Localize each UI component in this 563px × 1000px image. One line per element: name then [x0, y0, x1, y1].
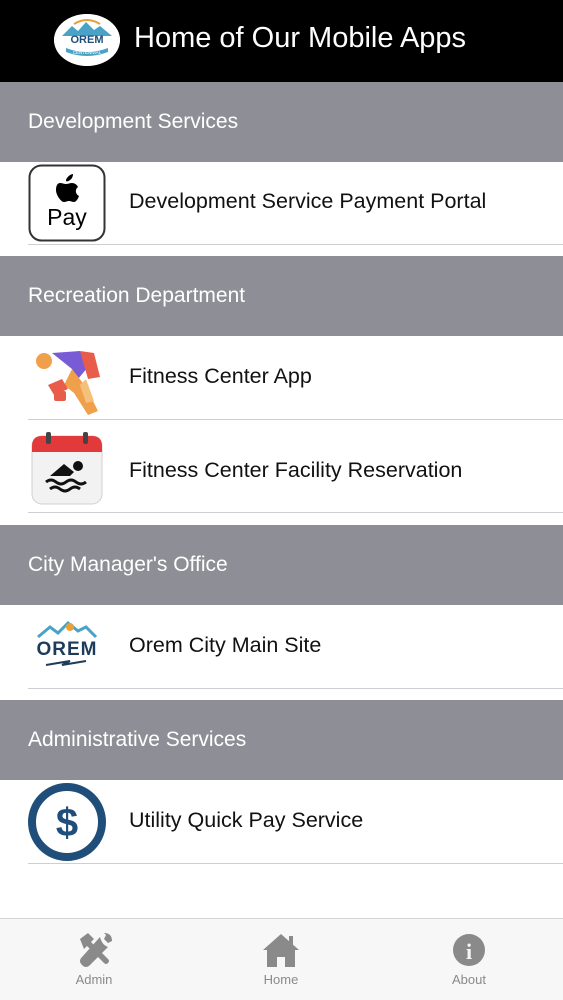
info-icon: i — [453, 934, 485, 966]
tab-home[interactable]: Home — [221, 919, 341, 1000]
swim-calendar-icon — [28, 432, 106, 508]
list-item-fitness-center-app[interactable]: Fitness Center App — [0, 337, 563, 420]
logo-text: OREM — [71, 34, 104, 46]
dollar-icon: $ — [28, 783, 106, 861]
fitness-icon — [28, 339, 106, 417]
section-header-development-services: Development Services — [0, 82, 563, 162]
list-item-label: Utility Quick Pay Service — [129, 808, 364, 832]
bottom-tab-bar: Admin Home i About — [0, 918, 563, 1000]
tab-label: Home — [263, 972, 299, 987]
tab-about[interactable]: i About — [409, 919, 529, 1000]
row-divider — [28, 512, 563, 513]
orem-logo-icon: OREM — [28, 607, 106, 685]
row-divider — [28, 863, 563, 864]
apple-pay-text: Pay — [47, 204, 87, 230]
logo-subtext: CENTENNIAL — [73, 50, 102, 55]
app-header: OREM CENTENNIAL Home of Our Mobile Apps — [0, 0, 563, 82]
tab-admin[interactable]: Admin — [34, 919, 154, 1000]
section-header-city-managers-office: City Manager's Office — [0, 525, 563, 605]
apple-pay-icon: Pay — [28, 164, 106, 242]
info-glyph: i — [466, 939, 472, 964]
tab-label: About — [452, 972, 486, 987]
list-item-label: Development Service Payment Portal — [129, 189, 487, 213]
tools-icon — [80, 933, 112, 967]
dollar-sign-text: $ — [56, 801, 78, 845]
list-item-label: Fitness Center Facility Reservation — [129, 458, 463, 482]
section-header-administrative-services: Administrative Services — [0, 700, 563, 780]
home-icon — [263, 934, 299, 967]
list-item-utility-quick-pay[interactable]: $ Utility Quick Pay Service — [0, 780, 563, 864]
section-header-recreation-department: Recreation Department — [0, 256, 563, 336]
orem-centennial-logo: OREM CENTENNIAL — [54, 14, 120, 66]
row-divider — [28, 244, 563, 245]
list-item-development-payment-portal[interactable]: Pay Development Service Payment Portal — [0, 162, 563, 245]
page-title: Home of Our Mobile Apps — [134, 22, 467, 54]
tab-label: Admin — [75, 972, 113, 987]
list-item-label: Fitness Center App — [129, 364, 312, 388]
list-item-orem-city-main-site[interactable]: OREM Orem City Main Site — [0, 605, 563, 689]
list-item-fitness-facility-reservation[interactable]: Fitness Center Facility Reservation — [0, 420, 563, 513]
orem-logo-text: OREM — [37, 639, 98, 660]
list-item-label: Orem City Main Site — [129, 633, 322, 657]
row-divider — [28, 688, 563, 689]
